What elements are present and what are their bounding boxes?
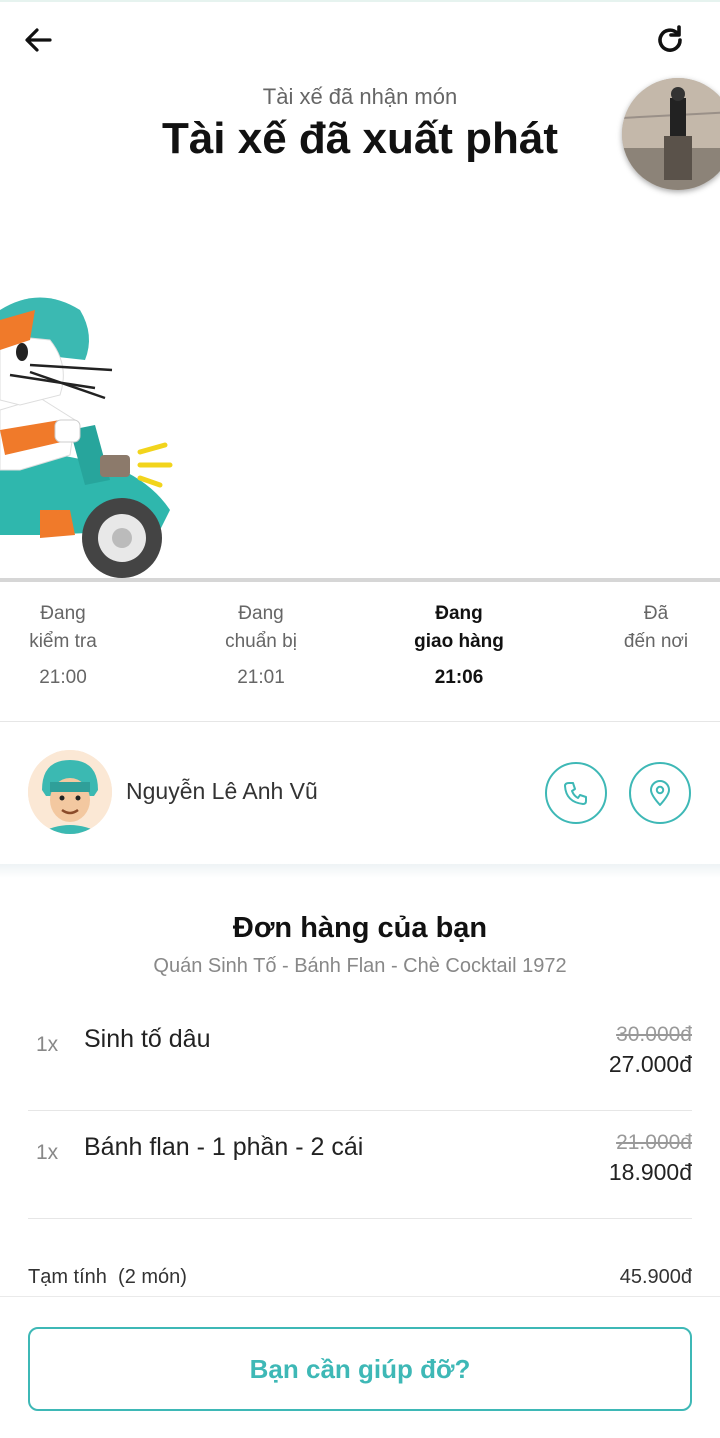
item-original-price: 21.000đ: [616, 1131, 692, 1154]
order-item: 1x Sinh tố dâu 30.000đ 27.000đ: [0, 1003, 720, 1111]
order-item: 1x Bánh flan - 1 phần - 2 cái 21.000đ 18…: [0, 1111, 720, 1219]
item-price: 18.900đ: [608, 1159, 692, 1185]
section-separator: [0, 864, 720, 878]
phone-icon: [564, 782, 587, 805]
driver-location-button[interactable]: [629, 762, 691, 824]
restaurant-name: Quán Sinh Tố - Bánh Flan - Chè Cocktail …: [153, 955, 567, 977]
driver-avatar: [28, 750, 112, 834]
step-line2: giao hàng: [414, 631, 504, 652]
item-name: Sinh tố dâu: [84, 1025, 211, 1053]
step-time: 21:01: [237, 667, 285, 688]
delivery-illustration: [0, 297, 173, 578]
item-original-price: 30.000đ: [616, 1023, 692, 1046]
subtotal-value: 45.900đ: [619, 1266, 692, 1288]
bottom-bar: Bạn cần giúp đỡ?: [0, 1296, 720, 1438]
back-button[interactable]: [16, 18, 60, 62]
step-line1: Đã: [643, 603, 669, 624]
step-line1: Đang: [40, 603, 86, 624]
step-line2: kiểm tra: [29, 631, 97, 652]
step-arrived: Đã đến nơi: [581, 600, 720, 664]
order-title: Đơn hàng của bạn: [232, 912, 488, 944]
call-driver-button[interactable]: [545, 762, 607, 824]
road-line: [0, 578, 720, 582]
step-line1: Đang: [435, 603, 483, 624]
arrow-left-icon: [25, 28, 52, 52]
top-accent-line: [0, 0, 720, 2]
refresh-icon: [658, 25, 682, 52]
step-line1: Đang: [238, 603, 284, 624]
driver-card: Nguyễn Lê Anh Vũ: [0, 722, 720, 864]
order-progress: Đang kiểm tra 21:00 Đang chuẩn bị 21:01 …: [0, 600, 720, 720]
driver-name: Nguyễn Lê Anh Vũ: [126, 778, 318, 804]
refresh-button[interactable]: [648, 18, 692, 62]
item-quantity: 1x: [36, 1141, 59, 1164]
subtotal-label: Tạm tính (2 món): [28, 1266, 187, 1288]
step-time: 21:00: [39, 667, 87, 688]
step-delivering: Đang giao hàng 21:06: [384, 600, 534, 692]
step-checking: Đang kiểm tra 21:00: [0, 600, 138, 692]
step-time: 21:06: [434, 667, 484, 688]
step-line2: đến nơi: [623, 631, 689, 652]
location-pin-icon: [650, 780, 670, 806]
item-name: Bánh flan - 1 phần - 2 cái: [84, 1133, 364, 1161]
status-subtitle: Tài xế đã nhận món: [262, 84, 458, 109]
step-preparing: Đang chuẩn bị 21:01: [186, 600, 336, 692]
item-divider: [28, 1218, 692, 1219]
customer-avatar[interactable]: [622, 78, 720, 190]
help-button[interactable]: Bạn cần giúp đỡ?: [28, 1327, 692, 1411]
status-title: Tài xế đã xuất phát: [161, 114, 559, 163]
item-price: 27.000đ: [608, 1051, 692, 1077]
item-quantity: 1x: [36, 1033, 59, 1056]
step-line2: chuẩn bị: [225, 631, 297, 652]
